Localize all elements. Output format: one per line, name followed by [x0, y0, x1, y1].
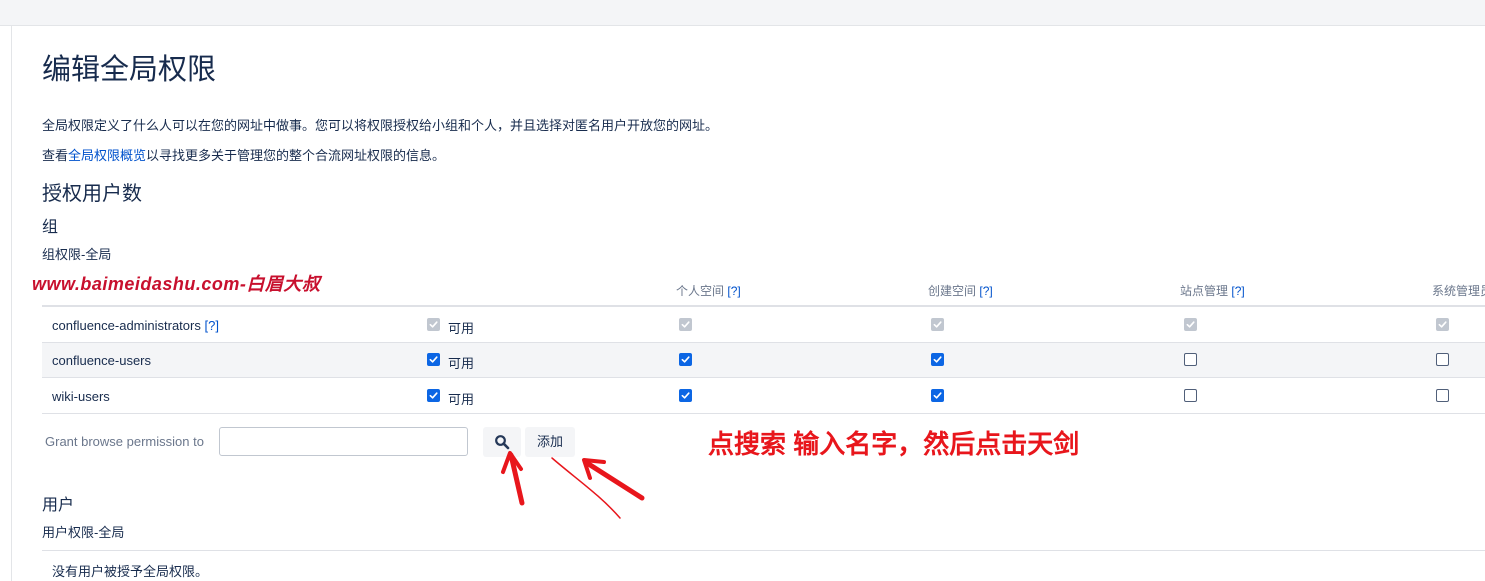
- grant-browse-input[interactable]: [219, 427, 468, 456]
- users-subheading: 用户权限-全局: [42, 525, 125, 540]
- sidebar-divider: [11, 26, 12, 581]
- row-divider: [42, 413, 1485, 414]
- permission-checkbox[interactable]: [427, 389, 440, 402]
- users-divider: [42, 550, 1485, 551]
- table-row: confluence-users: [52, 353, 151, 368]
- check-icon: [681, 321, 690, 328]
- permission-checkbox[interactable]: [1184, 353, 1197, 366]
- column-header-personal-space: 个人空间 [?]: [676, 284, 741, 298]
- check-icon: [681, 392, 690, 399]
- group-name: wiki-users: [52, 389, 110, 404]
- check-icon: [1438, 321, 1447, 328]
- permission-checkbox[interactable]: [427, 353, 440, 366]
- help-link[interactable]: [?]: [204, 318, 218, 333]
- group-name: confluence-administrators: [52, 318, 201, 333]
- can-use-label: 可用: [448, 356, 475, 371]
- page-title: 编辑全局权限: [42, 54, 217, 86]
- no-users-message: 没有用户被授予全局权限。: [52, 564, 209, 579]
- permission-checkbox[interactable]: [1436, 389, 1449, 402]
- help-link[interactable]: [?]: [979, 284, 992, 298]
- users-heading: 用户: [42, 497, 75, 514]
- grant-browse-label: Grant browse permission to: [45, 434, 204, 449]
- overview-prefix: 查看: [42, 148, 69, 163]
- global-permissions-overview-link[interactable]: 全局权限概览: [68, 148, 146, 163]
- permission-checkbox: [1184, 318, 1197, 331]
- permission-checkbox[interactable]: [931, 353, 944, 366]
- scribble-line: [551, 457, 621, 519]
- column-header-create-space: 创建空间 [?]: [928, 284, 993, 298]
- column-header-system-admin: 系统管理员: [1432, 284, 1485, 298]
- check-icon: [933, 356, 942, 363]
- check-icon: [933, 392, 942, 399]
- search-button[interactable]: [483, 427, 521, 457]
- row-divider: [42, 377, 1485, 378]
- permission-checkbox[interactable]: [931, 389, 944, 402]
- permission-checkbox[interactable]: [1184, 389, 1197, 402]
- check-icon: [681, 356, 690, 363]
- add-button[interactable]: 添加: [525, 427, 575, 457]
- table-row: wiki-users: [52, 389, 110, 404]
- table-row: confluence-administrators [?]: [52, 318, 219, 333]
- arrow-head-add: [582, 458, 606, 480]
- permission-checkbox: [679, 318, 692, 331]
- table-header-divider: [42, 305, 1485, 307]
- permission-checkbox: [1436, 318, 1449, 331]
- permission-checkbox: [931, 318, 944, 331]
- column-header-site-admin: 站点管理 [?]: [1180, 284, 1245, 298]
- can-use-label: 可用: [448, 321, 475, 336]
- table-row-highlight: [42, 343, 1485, 377]
- check-icon: [1186, 321, 1195, 328]
- permission-checkbox[interactable]: [679, 389, 692, 402]
- search-icon: [495, 435, 510, 450]
- permission-checkbox[interactable]: [1436, 353, 1449, 366]
- annotation-text: 点搜索 输入名字，然后点击天剑: [708, 429, 1080, 459]
- page-description: 全局权限定义了什么人可以在您的网址中做事。您可以将权限授权给小组和个人，并且选择…: [42, 118, 719, 133]
- arrow-to-add: [584, 460, 645, 501]
- help-link[interactable]: [?]: [1231, 284, 1244, 298]
- licensed-users-heading: 授权用户数: [42, 183, 142, 205]
- groups-subheading: 组权限-全局: [42, 247, 112, 262]
- help-link[interactable]: [?]: [727, 284, 740, 298]
- check-icon: [429, 392, 438, 399]
- check-icon: [933, 321, 942, 328]
- check-icon: [429, 321, 438, 328]
- can-use-label: 可用: [448, 392, 475, 407]
- watermark-text: www.baimeidashu.com-白眉大叔: [32, 274, 321, 294]
- overview-suffix: 以寻找更多关于管理您的整个合流网址权限的信息。: [146, 148, 446, 163]
- groups-heading: 组: [42, 219, 59, 236]
- top-navigation-bar: [0, 0, 1485, 26]
- check-icon: [429, 356, 438, 363]
- group-name: confluence-users: [52, 353, 151, 368]
- arrow-to-search: [508, 452, 525, 506]
- overview-sentence: 查看全局权限概览以寻找更多关于管理您的整个合流网址权限的信息。: [42, 145, 445, 164]
- permission-checkbox: [427, 318, 440, 331]
- permission-checkbox[interactable]: [679, 353, 692, 366]
